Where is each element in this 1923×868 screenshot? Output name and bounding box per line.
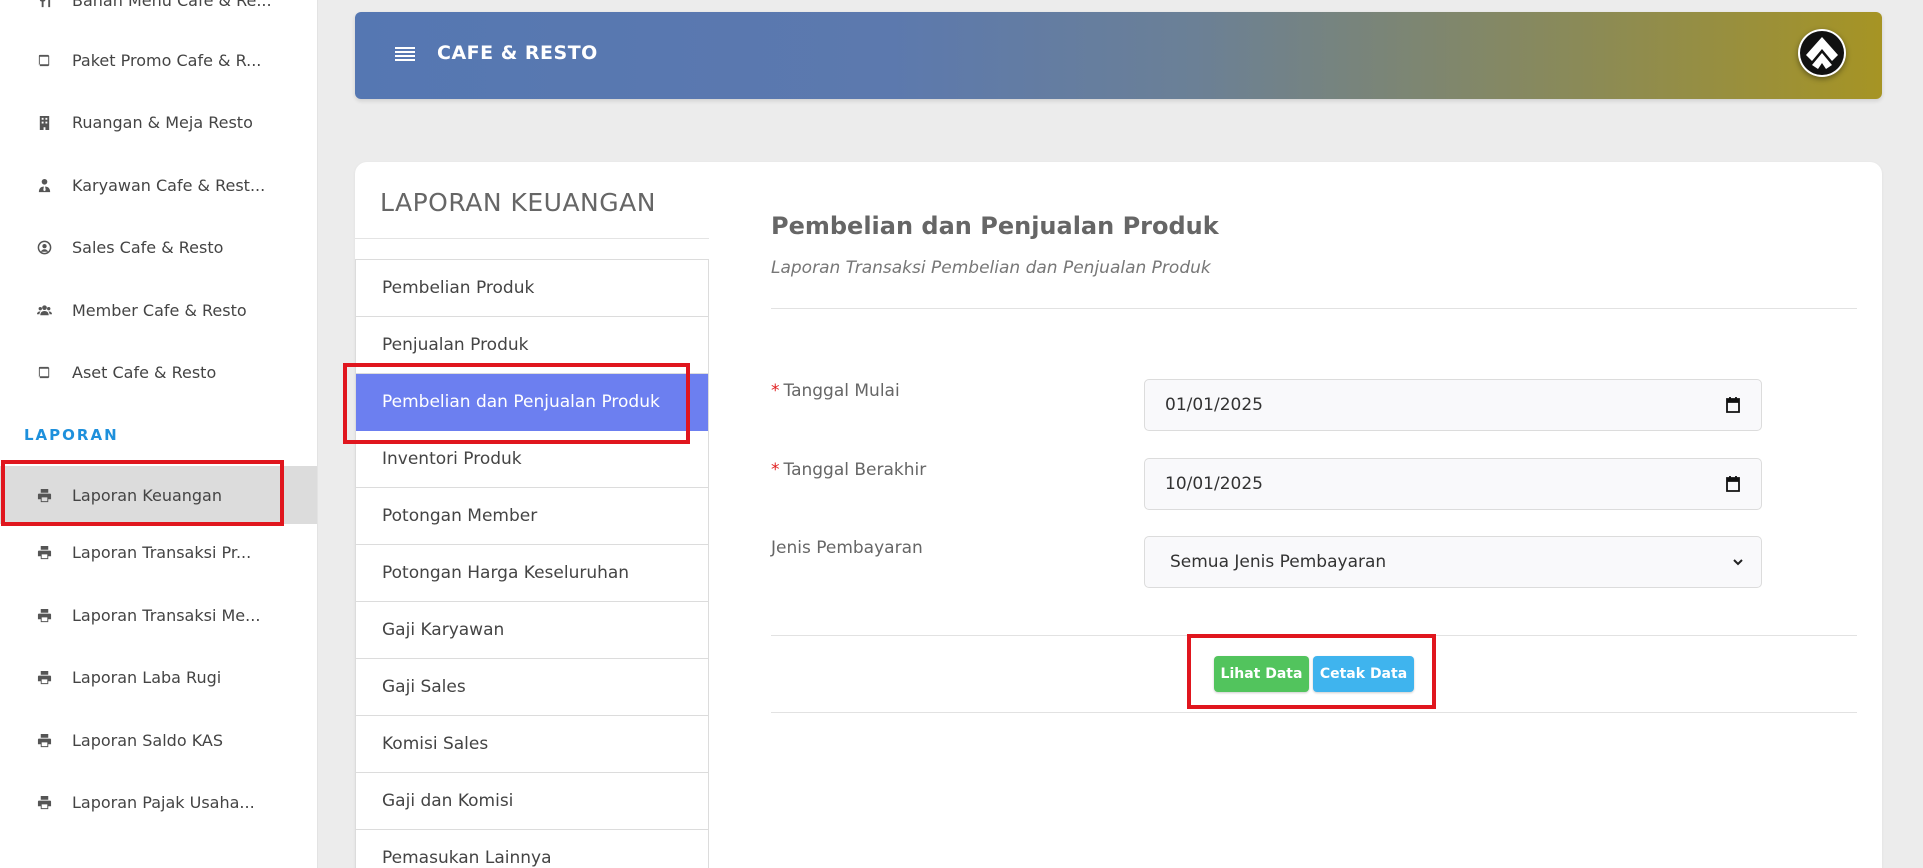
report-menu-list: Pembelian Produk Penjualan Produk Pembel… xyxy=(355,259,709,868)
divider xyxy=(771,308,1857,309)
building-icon xyxy=(36,114,52,130)
end-date-value: 10/01/2025 xyxy=(1165,474,1263,494)
avatar[interactable] xyxy=(1798,29,1846,77)
content-title: Pembelian dan Penjualan Produk xyxy=(771,212,1219,240)
print-icon xyxy=(36,487,52,503)
calendar-icon[interactable] xyxy=(1725,396,1741,413)
sidebar-item-label: Laporan Saldo KAS xyxy=(72,730,224,750)
user-circle-icon xyxy=(36,239,52,255)
sidebar-item-label: Laporan Keuangan xyxy=(72,485,222,505)
payment-type-label: Jenis Pembayaran xyxy=(771,538,923,558)
menu-item-gaji-sales[interactable]: Gaji Sales xyxy=(356,659,708,716)
print-data-button[interactable]: Cetak Data xyxy=(1313,656,1414,692)
sidebar-item-label: Laporan Transaksi Me... xyxy=(72,605,261,625)
sidebar-item-laporan-saldo-kas[interactable]: Laporan Saldo KAS xyxy=(0,716,317,764)
start-date-label-text: Tanggal Mulai xyxy=(783,381,900,401)
user-tie-icon xyxy=(36,177,52,193)
menu-item-komisi-sales[interactable]: Komisi Sales xyxy=(356,716,708,773)
card-title: LAPORAN KEUANGAN xyxy=(380,188,656,217)
sidebar-item-bahan-menu[interactable]: Bahan Menu Cafe & Re... xyxy=(0,0,317,24)
sidebar-item-label: Karyawan Cafe & Rest... xyxy=(72,175,266,195)
print-icon xyxy=(36,732,52,748)
sidebar-section-heading: LAPORAN xyxy=(24,426,119,444)
book-icon xyxy=(36,364,52,380)
divider xyxy=(771,635,1857,636)
start-date-input[interactable]: 01/01/2025 xyxy=(1144,379,1762,431)
menu-item-pembelian-penjualan-produk[interactable]: Pembelian dan Penjualan Produk xyxy=(356,374,708,431)
sidebar-item-aset[interactable]: Aset Cafe & Resto xyxy=(0,348,317,396)
users-icon xyxy=(36,302,52,318)
print-icon xyxy=(36,794,52,810)
menu-item-gaji-karyawan[interactable]: Gaji Karyawan xyxy=(356,602,708,659)
end-date-label: * Tanggal Berakhir xyxy=(771,460,926,480)
app-title: CAFE & RESTO xyxy=(437,42,598,64)
content-subtitle: Laporan Transaksi Pembelian dan Penjuala… xyxy=(771,258,1211,278)
print-icon xyxy=(36,544,52,560)
sidebar-item-label: Laporan Transaksi Pr... xyxy=(72,542,252,562)
logo-icon xyxy=(1800,31,1844,75)
sidebar-item-laporan-transaksi-pr[interactable]: Laporan Transaksi Pr... xyxy=(0,528,317,576)
menu-item-gaji-komisi[interactable]: Gaji dan Komisi xyxy=(356,773,708,830)
end-date-input[interactable]: 10/01/2025 xyxy=(1144,458,1762,510)
sidebar-item-laporan-pajak[interactable]: Laporan Pajak Usaha... xyxy=(0,778,317,826)
view-data-button[interactable]: Lihat Data xyxy=(1214,656,1309,692)
sidebar-item-ruangan-meja[interactable]: Ruangan & Meja Resto xyxy=(0,98,317,146)
divider xyxy=(771,712,1857,713)
print-icon xyxy=(36,669,52,685)
sidebar-item-laporan-keuangan[interactable]: Laporan Keuangan xyxy=(0,466,317,524)
book-icon xyxy=(36,52,52,68)
sidebar-item-label: Ruangan & Meja Resto xyxy=(72,112,253,132)
sidebar-item-label: Sales Cafe & Resto xyxy=(72,237,224,257)
sidebar-item-label: Paket Promo Cafe & R... xyxy=(72,50,262,70)
utensils-icon xyxy=(36,0,52,8)
menu-item-pemasukan-lainnya[interactable]: Pemasukan Lainnya xyxy=(356,830,708,868)
sidebar-item-paket-promo[interactable]: Paket Promo Cafe & R... xyxy=(0,36,317,84)
sidebar-item-label: Laporan Pajak Usaha... xyxy=(72,792,255,812)
payment-type-value: Semua Jenis Pembayaran xyxy=(1170,552,1387,572)
sidebar-item-karyawan[interactable]: Karyawan Cafe & Rest... xyxy=(0,161,317,209)
required-mark: * xyxy=(771,381,780,401)
divider xyxy=(355,238,709,239)
start-date-value: 01/01/2025 xyxy=(1165,395,1263,415)
sidebar-item-label: Bahan Menu Cafe & Re... xyxy=(72,0,272,10)
start-date-label: * Tanggal Mulai xyxy=(771,381,900,401)
top-header: CAFE & RESTO xyxy=(355,12,1882,99)
menu-item-inventori-produk[interactable]: Inventori Produk xyxy=(356,431,708,488)
calendar-icon[interactable] xyxy=(1725,475,1741,492)
menu-item-potongan-harga[interactable]: Potongan Harga Keseluruhan xyxy=(356,545,708,602)
payment-type-select[interactable]: Semua Jenis Pembayaran xyxy=(1144,536,1762,588)
hamburger-menu-icon[interactable] xyxy=(395,47,415,63)
sidebar-item-sales[interactable]: Sales Cafe & Resto xyxy=(0,223,317,271)
sidebar-item-member[interactable]: Member Cafe & Resto xyxy=(0,286,317,334)
end-date-label-text: Tanggal Berakhir xyxy=(783,460,927,480)
sidebar-item-laporan-transaksi-me[interactable]: Laporan Transaksi Me... xyxy=(0,591,317,639)
sidebar: Bahan Menu Cafe & Re... Paket Promo Cafe… xyxy=(0,0,318,868)
sidebar-item-label: Member Cafe & Resto xyxy=(72,300,247,320)
menu-item-potongan-member[interactable]: Potongan Member xyxy=(356,488,708,545)
required-mark: * xyxy=(771,460,780,480)
chevron-down-icon xyxy=(1733,559,1743,566)
sidebar-item-label: Aset Cafe & Resto xyxy=(72,362,217,382)
print-icon xyxy=(36,607,52,623)
report-card: LAPORAN KEUANGAN Pembelian Produk Penjua… xyxy=(355,162,1882,868)
sidebar-item-label: Laporan Laba Rugi xyxy=(72,667,222,687)
menu-item-pembelian-produk[interactable]: Pembelian Produk xyxy=(356,260,708,317)
sidebar-item-laporan-laba-rugi[interactable]: Laporan Laba Rugi xyxy=(0,653,317,701)
menu-item-penjualan-produk[interactable]: Penjualan Produk xyxy=(356,317,708,374)
